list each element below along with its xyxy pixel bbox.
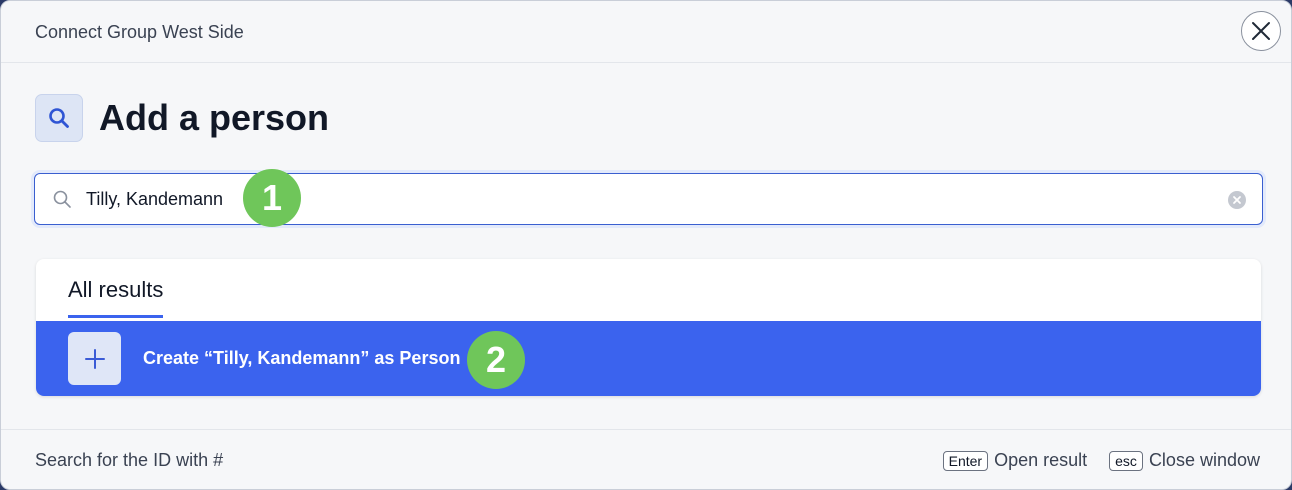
annotation-badge-2: 2 — [467, 331, 525, 389]
esc-key: esc — [1109, 450, 1143, 471]
search-icon — [53, 190, 71, 208]
search-field[interactable] — [34, 173, 1263, 225]
page-title: Add a person — [99, 97, 330, 138]
enter-key: Enter — [942, 450, 989, 471]
results-panel: All results Create “Tilly, Kandemann” as… — [36, 259, 1261, 396]
plus-icon-box — [68, 332, 121, 385]
keyboard-shortcuts: Enter Open result esc Close window — [942, 450, 1260, 471]
tab-all-results[interactable]: All results — [68, 277, 164, 318]
result-item-create-person[interactable]: Create “Tilly, Kandemann” as Person — [36, 321, 1261, 396]
close-icon — [1252, 22, 1270, 40]
title-icon-box — [35, 94, 83, 142]
title-row: Add a person — [35, 94, 329, 142]
dialog-header: Connect Group West Side — [1, 1, 1291, 63]
clear-search-button[interactable] — [1228, 191, 1246, 209]
group-name: Connect Group West Side — [35, 22, 244, 42]
plus-icon — [84, 348, 105, 369]
dialog-footer: Search for the ID with # Enter Open resu… — [1, 429, 1291, 489]
annotation-badge-1: 1 — [243, 169, 301, 227]
close-button[interactable] — [1241, 11, 1281, 51]
add-person-dialog: Connect Group West Side Add a person Til… — [0, 0, 1292, 490]
open-result-label: Open result — [994, 450, 1088, 470]
close-window-label: Close window — [1148, 450, 1260, 470]
search-icon — [49, 108, 69, 128]
footer-hint: Search for the ID with # — [35, 450, 224, 470]
clear-icon — [1233, 196, 1241, 204]
result-label: Create “Tilly, Kandemann” as Person — [143, 348, 461, 368]
